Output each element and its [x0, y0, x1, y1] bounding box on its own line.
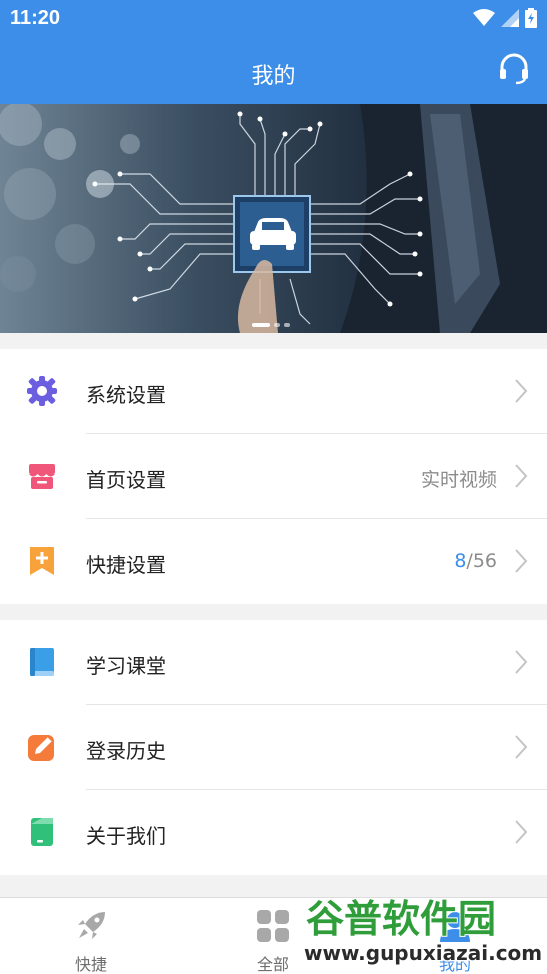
- headset-icon[interactable]: [497, 52, 531, 86]
- chevron-right-icon: [515, 735, 528, 759]
- book-icon: [30, 648, 54, 676]
- gear-icon: [27, 376, 57, 406]
- tab-label: 快捷: [74, 955, 107, 974]
- edit-icon: [28, 735, 54, 761]
- watermark-logo: 谷普软件园 www.gupuxiazai.com: [303, 896, 544, 967]
- menu-item-label: 快捷设置: [86, 553, 166, 577]
- bookmark-plus-icon: [30, 547, 54, 575]
- status-time: 11:20: [10, 7, 61, 29]
- menu-item-label: 首页设置: [86, 468, 166, 492]
- menu-item-home-settings[interactable]: 首页设置 实时视频: [0, 434, 547, 519]
- menu-item-label: 关于我们: [86, 824, 166, 848]
- menu-item-about-us[interactable]: 关于我们: [0, 790, 547, 875]
- menu-item-login-history[interactable]: 登录历史: [0, 705, 547, 790]
- quick-count-current: 8: [454, 550, 467, 572]
- menu-item-label: 学习课堂: [86, 654, 166, 678]
- battery-icon: [525, 8, 537, 28]
- banner-image[interactable]: [0, 104, 547, 333]
- chevron-right-icon: [515, 549, 528, 573]
- tab-quick[interactable]: 快捷: [0, 898, 182, 974]
- phone-icon: [31, 818, 53, 846]
- signal-icon: [501, 9, 519, 27]
- wifi-icon: [473, 9, 495, 26]
- menu-item-label: 登录历史: [86, 739, 166, 763]
- quick-count-total: /56: [466, 550, 497, 572]
- watermark-url: www.gupuxiazai.com: [304, 941, 542, 965]
- quick-count: 8/56: [454, 550, 497, 572]
- chevron-right-icon: [515, 464, 528, 488]
- watermark-brand: 谷普软件园: [306, 897, 496, 941]
- menu-item-label: 系统设置: [86, 383, 166, 407]
- menu-item-value: 实时视频: [420, 469, 497, 491]
- info-menu-group: 学习课堂 登录历史 关于我们: [0, 620, 547, 875]
- chevron-right-icon: [515, 820, 528, 844]
- menu-item-learning[interactable]: 学习课堂: [0, 620, 547, 705]
- menu-item-quick-settings[interactable]: 快捷设置 8/56: [0, 519, 547, 604]
- rocket-icon: [78, 912, 105, 939]
- settings-menu-group: 系统设置 首页设置 实时视频 快捷设置 8/56: [0, 349, 547, 604]
- status-bar: 11:20: [0, 0, 547, 36]
- chevron-right-icon: [515, 379, 528, 403]
- chevron-right-icon: [515, 650, 528, 674]
- storefront-icon: [29, 464, 55, 489]
- status-icons: [473, 8, 537, 28]
- menu-item-system-settings[interactable]: 系统设置: [0, 349, 547, 434]
- app-header: 我的: [0, 36, 547, 104]
- page-title: 我的: [251, 64, 296, 89]
- grid-icon: [257, 910, 289, 942]
